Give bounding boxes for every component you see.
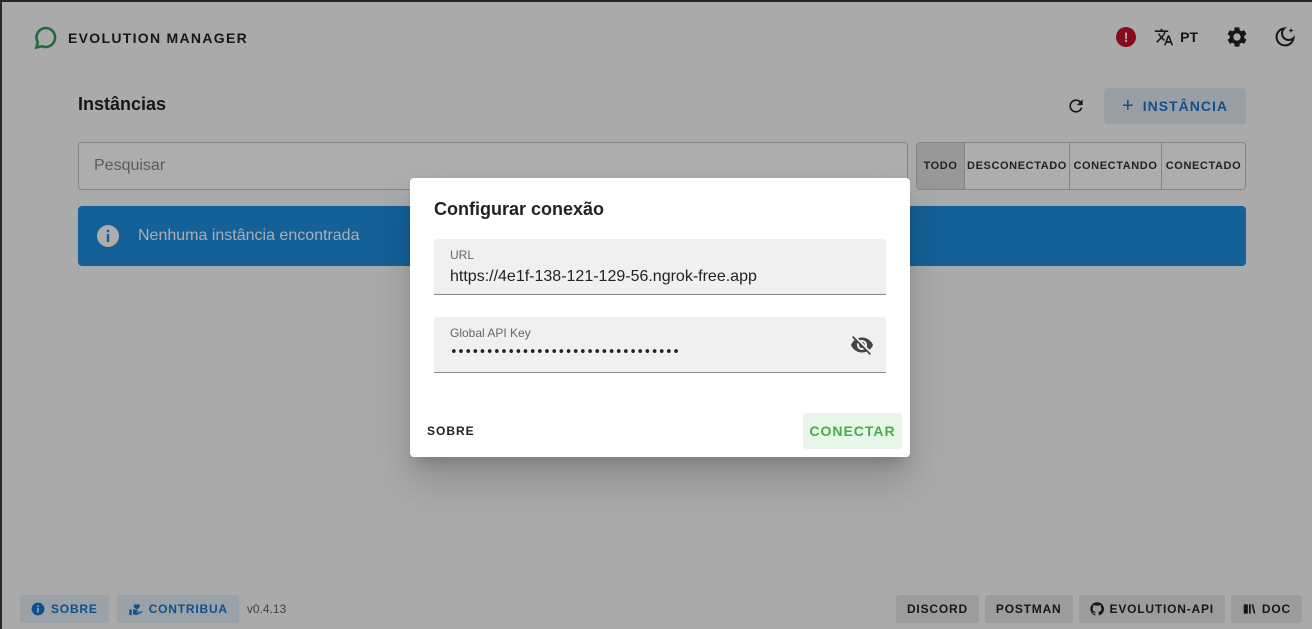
connection-dialog: Configurar conexão URL https://4e1f-138-… [410, 178, 910, 457]
dialog-title: Configurar conexão [434, 199, 605, 219]
url-field-value: https://4e1f-138-121-129-56.ngrok-free.a… [450, 268, 757, 285]
api-key-field[interactable]: Global API Key •••••••••••••••••••••••••… [434, 317, 886, 373]
connect-button[interactable]: CONECTAR [803, 413, 902, 449]
url-field[interactable]: URL https://4e1f-138-121-129-56.ngrok-fr… [434, 239, 886, 295]
api-key-field-label: Global API Key [450, 326, 531, 340]
api-key-field-value: •••••••••••••••••••••••••••••••• [450, 345, 680, 360]
visibility-off-icon[interactable] [850, 333, 874, 357]
url-field-label: URL [450, 248, 475, 262]
sobre-dialog-button[interactable]: SOBRE [427, 424, 475, 438]
